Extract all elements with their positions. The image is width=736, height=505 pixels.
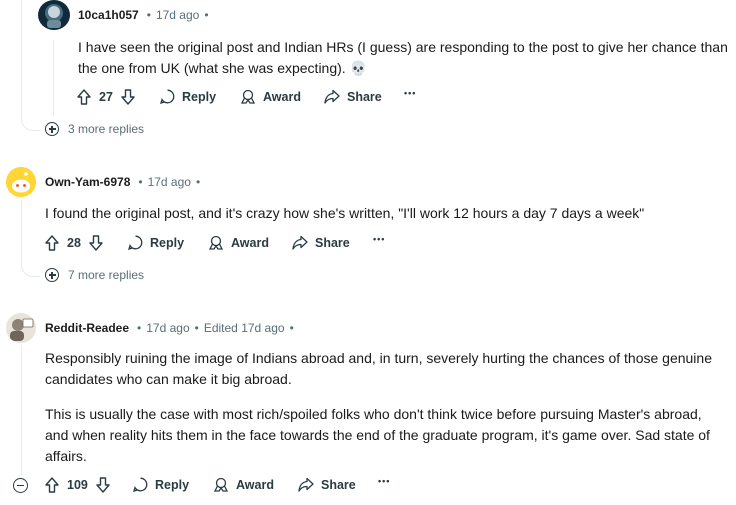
comment-text-line: and when reality hits them in the face t… <box>45 427 710 443</box>
upvote-icon[interactable] <box>45 477 59 493</box>
comment-author[interactable]: Reddit-Readee <box>45 321 129 335</box>
reply-button[interactable]: Reply <box>133 477 189 492</box>
share-button[interactable]: Share <box>298 477 356 492</box>
share-label: Share <box>347 89 382 104</box>
comment-body-paragraph: This is usually the case with most rich/… <box>45 404 730 467</box>
thread-curve <box>21 112 40 131</box>
more-replies-label: 7 more replies <box>68 268 145 282</box>
overflow-menu-icon[interactable]: ••• <box>404 88 416 98</box>
thread-line <box>21 0 22 118</box>
separator: • <box>289 321 294 335</box>
upvote-icon[interactable] <box>77 89 91 105</box>
reply-label: Reply <box>150 235 185 250</box>
share-button[interactable]: Share <box>324 89 382 104</box>
vote-bar: 27 <box>77 89 135 105</box>
reply-icon <box>128 235 143 250</box>
avatar[interactable] <box>38 0 70 30</box>
comment-time[interactable]: 17d ago <box>146 321 189 335</box>
award-label: Award <box>231 235 269 250</box>
comment-time[interactable]: 17d ago <box>148 175 191 189</box>
share-label: Share <box>321 477 356 492</box>
snoo-avatar-icon <box>6 167 36 197</box>
reply-button[interactable]: Reply <box>128 235 184 250</box>
thread-line <box>53 40 54 116</box>
award-label: Award <box>263 89 301 104</box>
award-button[interactable]: Award <box>208 235 269 250</box>
comment-time[interactable]: 17d ago <box>156 8 199 22</box>
downvote-icon[interactable] <box>89 235 103 251</box>
separator: • <box>138 175 143 189</box>
more-replies-button[interactable]: 3 more replies <box>45 122 144 136</box>
collapse-button[interactable] <box>13 478 28 493</box>
comment-text-line: I found the original post, and it's craz… <box>45 205 645 221</box>
comment-body: I have seen the original post and Indian… <box>78 37 728 79</box>
vote-bar: 28 <box>45 235 103 251</box>
downvote-icon[interactable] <box>121 89 135 105</box>
award-icon <box>240 89 256 104</box>
separator: • <box>195 175 201 189</box>
share-icon <box>292 235 308 250</box>
share-icon <box>324 89 340 104</box>
separator: • <box>146 8 151 22</box>
award-button[interactable]: Award <box>213 477 274 492</box>
comment-text-line: I have seen the original post and Indian… <box>78 39 728 55</box>
avatar-icon <box>6 313 36 343</box>
comment-header: Own-Yam-6978 • 17d ago • <box>45 175 200 189</box>
share-label: Share <box>315 235 350 250</box>
expand-icon <box>45 268 59 282</box>
award-label: Award <box>236 477 274 492</box>
comment-text-line: candidates who can make it big abroad. <box>45 371 292 387</box>
overflow-menu-icon[interactable]: ••• <box>378 476 390 486</box>
downvote-icon[interactable] <box>96 477 110 493</box>
expand-icon <box>45 122 59 136</box>
separator: • <box>194 321 199 335</box>
upvote-icon[interactable] <box>45 235 59 251</box>
separator: • <box>204 8 209 22</box>
share-button[interactable]: Share <box>292 235 350 250</box>
comment-header: Reddit-Readee • 17d ago • Edited 17d ago… <box>45 321 294 335</box>
reply-label: Reply <box>182 89 217 104</box>
reply-icon <box>133 477 148 492</box>
thread-curve <box>21 258 40 277</box>
overflow-menu-icon[interactable]: ••• <box>373 234 385 244</box>
comment-author[interactable]: Own-Yam-6978 <box>45 175 130 189</box>
reply-icon <box>160 89 175 104</box>
reply-button[interactable]: Reply <box>160 89 216 104</box>
comment-text-line: Responsibly ruining the image of Indians… <box>45 350 712 366</box>
comment-body: Responsibly ruining the image of Indians… <box>45 348 730 390</box>
award-icon <box>208 235 224 250</box>
avatar-icon <box>45 4 63 28</box>
award-button[interactable]: Award <box>240 89 301 104</box>
thread-line <box>21 345 22 475</box>
comment-text-line: This is usually the case with most rich/… <box>45 406 702 422</box>
vote-score: 28 <box>67 236 81 250</box>
comment-header: 10ca1h057 • 17d ago • <box>78 8 209 22</box>
minus-icon <box>17 485 24 487</box>
vote-bar: 109 <box>45 477 110 493</box>
avatar[interactable] <box>6 167 36 197</box>
reply-label: Reply <box>155 477 190 492</box>
comment-body: I found the original post, and it's craz… <box>45 203 725 224</box>
share-icon <box>298 477 314 492</box>
more-replies-label: 3 more replies <box>68 122 145 136</box>
thread-line <box>21 200 22 264</box>
more-replies-button[interactable]: 7 more replies <box>45 268 144 282</box>
vote-score: 27 <box>99 90 113 104</box>
comment-text-line: the one from UK (what she was expecting)… <box>78 60 368 76</box>
comment-author[interactable]: 10ca1h057 <box>78 8 139 22</box>
avatar[interactable] <box>6 313 36 343</box>
edited-label: Edited 17d ago <box>203 321 285 335</box>
award-icon <box>213 477 229 492</box>
comment-text-line: affairs. <box>45 448 87 464</box>
vote-score: 109 <box>67 478 88 492</box>
separator: • <box>137 321 142 335</box>
